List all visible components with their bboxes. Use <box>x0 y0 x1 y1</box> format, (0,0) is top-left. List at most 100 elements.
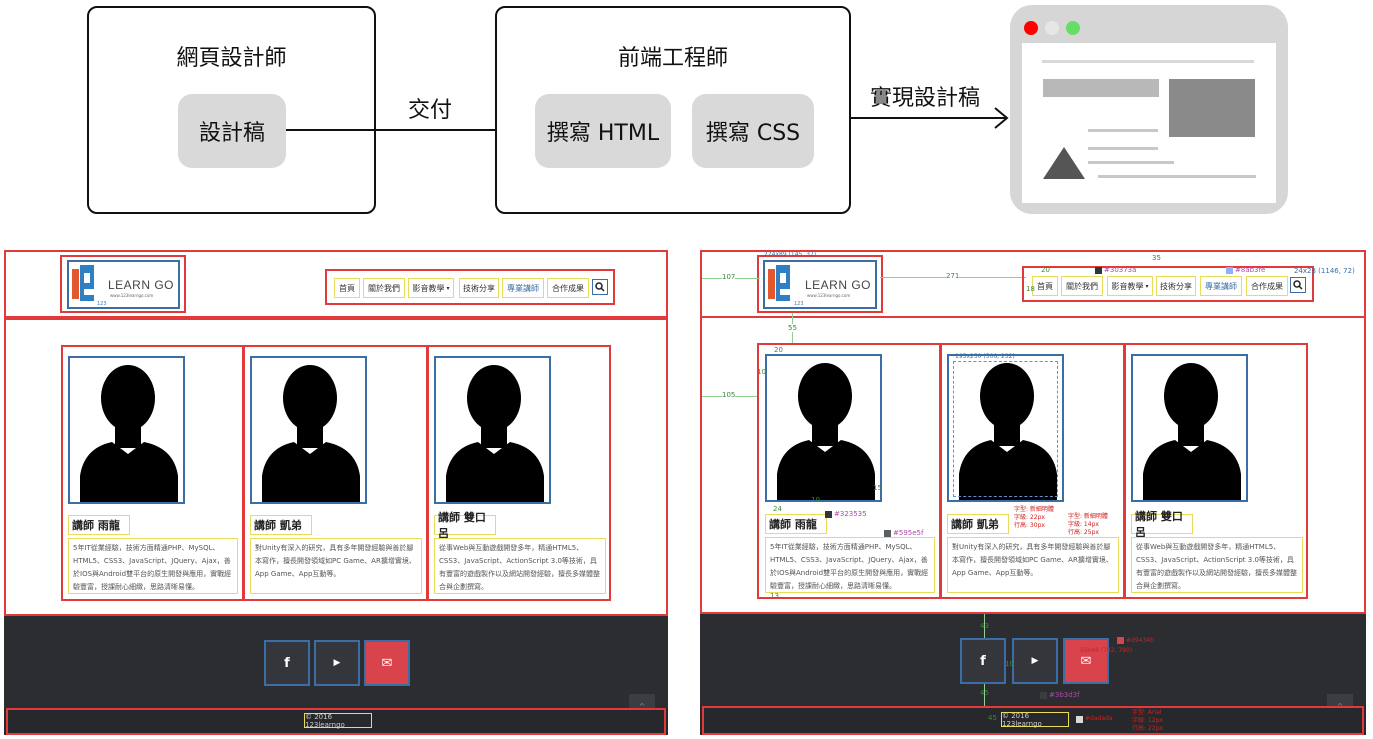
color-swatch <box>1226 267 1233 274</box>
write-html-pill: 撰寫 HTML <box>535 94 671 168</box>
nav-item-video-label: 影音教學 <box>412 283 445 293</box>
logo-size-annotation: 224x89 (145, 37) <box>764 251 817 258</box>
color-swatch <box>1076 716 1083 723</box>
line-height-label: 行高: 25px <box>1068 529 1099 536</box>
teacher-photo <box>250 356 367 504</box>
logo-icon <box>768 265 790 301</box>
desc-color-annotation: #595e5f <box>893 529 924 537</box>
teacher-description: 5年IT從業經驗，技術方面精通PHP、MySQL、HTML5、CSS3、Java… <box>68 538 238 594</box>
spacing-value: 55 <box>788 324 797 332</box>
color-swatch <box>1040 692 1047 699</box>
copyright-text: © 2016 123learngo <box>304 713 372 729</box>
facebook-button[interactable]: f <box>960 638 1006 684</box>
person-silhouette-icon <box>1143 363 1241 500</box>
spacing-value: 35 <box>1152 254 1161 262</box>
nav-item-tech[interactable]: 技術分享 <box>459 278 499 298</box>
designer-title: 網頁設計師 <box>176 46 287 71</box>
copyright-font-annotation: 字型: Arial 字級: 12px 行高: 22px <box>1132 709 1163 733</box>
nav-item-about[interactable]: 關於我們 <box>1061 276 1103 296</box>
nav-size-annotation: 24x23 (1146, 72) <box>1294 267 1355 275</box>
name-font-annotation: 字型: 新細明體 字級: 22px 行高: 30px <box>1014 506 1054 530</box>
spacing-value: 45 <box>988 714 997 722</box>
logo-subtext: www.123learngo.com <box>807 293 851 298</box>
color-swatch <box>1095 267 1102 274</box>
nav-item-about[interactable]: 關於我們 <box>363 278 405 298</box>
logo-number: 123 <box>97 301 107 307</box>
teacher-name: 講師 雙口呂 <box>434 511 496 540</box>
nav-item-works[interactable]: 合作成果 <box>1246 276 1288 296</box>
font-family-label: 字型: 新細明體 <box>1014 506 1054 513</box>
teacher-name: 講師 雨龍 <box>68 515 130 535</box>
nav-item-teachers[interactable]: 專業講師 <box>502 278 544 298</box>
name-color-annotation: #323535 <box>834 510 867 518</box>
mail-button[interactable]: ✉ <box>364 640 410 686</box>
spacing-value: 10 <box>1005 660 1014 668</box>
font-size-label: 字級: 14px <box>1068 521 1099 528</box>
teacher-description: 5年IT從業經驗，技術方面精通PHP、MySQL、HTML5、CSS3、Java… <box>765 537 935 593</box>
font-size-label: 字級: 22px <box>1014 514 1045 521</box>
link-color-annotation: #8ab3fe <box>1235 266 1266 274</box>
search-button[interactable] <box>1290 277 1306 293</box>
line-height-label: 行高: 22px <box>1132 725 1163 732</box>
nav-item-tech[interactable]: 技術分享 <box>1156 276 1196 296</box>
teacher-photo <box>68 356 185 504</box>
chevron-down-icon: ▾ <box>1145 282 1149 290</box>
copyright-text: © 2016 123learngo <box>1001 712 1069 728</box>
search-button[interactable] <box>592 279 608 295</box>
frontend-box: 前端工程師 撰寫 HTML 撰寫 CSS <box>495 6 851 214</box>
mail-button[interactable]: ✉ <box>1063 638 1109 684</box>
nav-item-video[interactable]: 影音教學 ▾ <box>408 278 454 298</box>
designer-box: 網頁設計師 設計稿 <box>87 6 376 214</box>
logo-number: 123 <box>794 301 804 307</box>
footer-color-annotation: #3b3d3f <box>1049 691 1080 699</box>
spacing-value: 271 <box>946 272 960 280</box>
color-swatch <box>825 511 832 518</box>
nav-item-teachers[interactable]: 專業講師 <box>1200 276 1242 296</box>
teacher-name: 講師 雨龍 <box>765 514 827 534</box>
photo-size-annotation <box>953 361 1058 497</box>
chevron-down-icon: ▾ <box>446 284 450 292</box>
write-css-pill: 撰寫 CSS <box>692 94 814 168</box>
desc-font-annotation: 字型: 新細明體 字級: 14px 行高: 25px <box>1068 513 1108 537</box>
window-maximize-dot <box>1066 21 1080 35</box>
nav-item-video-label: 影音教學 <box>1111 281 1144 291</box>
design-draft-pill: 設計稿 <box>178 94 286 168</box>
person-silhouette-icon <box>80 365 178 502</box>
teacher-photo <box>765 354 882 502</box>
spacing-value: 105 <box>722 391 736 399</box>
logo-text: LEARN GO <box>108 278 175 292</box>
teacher-description: 從事Web與互動遊戲開發多年，精通HTML5、CSS3、JavaScript、A… <box>434 538 606 594</box>
spacing-value: 10 <box>757 368 766 376</box>
teacher-photo <box>1131 354 1248 502</box>
nav-item-works[interactable]: 合作成果 <box>547 278 589 298</box>
window-close-dot <box>1024 21 1038 35</box>
font-family-label: 字型: Arial <box>1132 709 1162 716</box>
spacing-value: 18 <box>1026 285 1035 293</box>
person-silhouette-icon <box>262 365 360 502</box>
spacing-value: 20 <box>1041 266 1050 274</box>
spacing-value: 45 <box>980 689 989 697</box>
spacing-value: 10 <box>811 496 820 504</box>
spacing-value: 24 <box>773 505 782 513</box>
person-silhouette-icon <box>777 363 875 500</box>
youtube-button[interactable]: ▶ <box>314 640 360 686</box>
logo-text: LEARN GO <box>805 278 872 292</box>
youtube-button[interactable]: ▶ <box>1012 638 1058 684</box>
frontend-title: 前端工程師 <box>617 46 728 71</box>
teacher-name: 講師 雙口呂 <box>1131 510 1193 539</box>
search-icon <box>595 282 605 292</box>
teacher-name: 講師 凱弟 <box>947 514 1009 534</box>
teacher-description: 對Unity有深入的研究，具有多年開發經驗與善於腳本寫作，擅長開發領域如PC G… <box>250 538 422 594</box>
nav-item-video[interactable]: 影音教學 ▾ <box>1107 276 1153 296</box>
person-silhouette-icon <box>446 365 544 502</box>
spacing-value: 15 <box>873 484 882 492</box>
nav-item-home[interactable]: 首頁 <box>1032 276 1058 296</box>
spacing-value: 13 <box>770 592 779 600</box>
implement-arrow <box>851 107 1009 129</box>
facebook-button[interactable]: f <box>264 640 310 686</box>
photo-size-label: 195x250 (506, 232) <box>955 353 1015 360</box>
spacing-value: 107 <box>722 273 736 281</box>
teacher-photo <box>434 356 551 504</box>
nav-item-home[interactable]: 首頁 <box>334 278 360 298</box>
line-height-label: 行高: 30px <box>1014 522 1045 529</box>
